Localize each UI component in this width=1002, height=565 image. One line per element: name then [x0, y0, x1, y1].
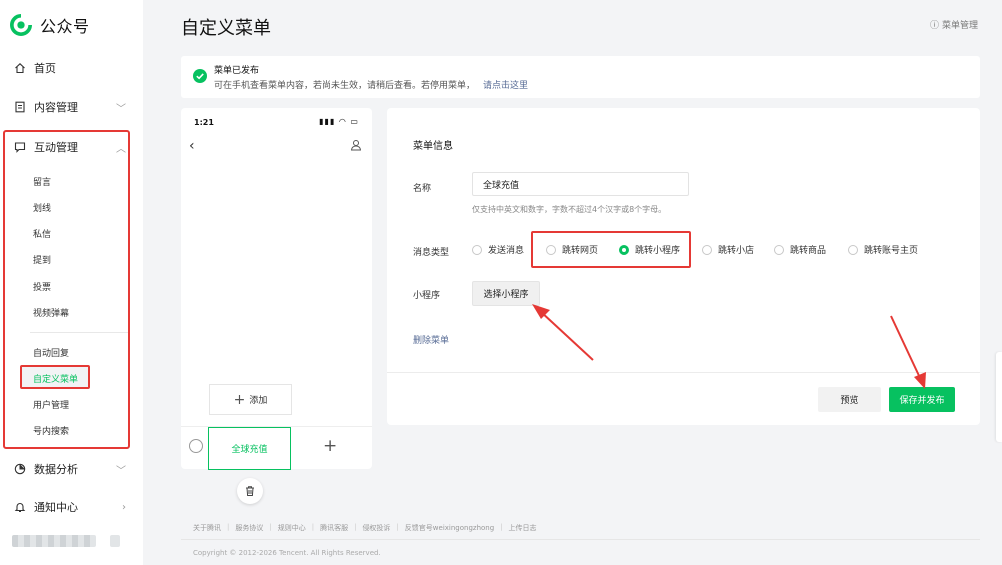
miniprogram-label: 小程序 — [413, 291, 441, 301]
profile-icon — [350, 140, 362, 151]
wechat-logo-icon — [10, 14, 32, 36]
footer-link[interactable]: 侵权投诉 — [362, 523, 390, 533]
disable-menu-link[interactable]: 请点击这里 — [483, 81, 528, 91]
sidebar-item-label: 内容管理 — [34, 101, 78, 114]
bell-icon — [14, 501, 26, 513]
radio-jump-product[interactable]: 跳转商品 — [774, 243, 826, 256]
panel-divider — [387, 372, 980, 373]
footer-separator: | — [396, 523, 399, 531]
back-icon: ‹ — [189, 138, 195, 154]
footer-link[interactable]: 上传日志 — [509, 523, 537, 533]
footer-link[interactable]: 规则中心 — [278, 523, 306, 533]
radio-label: 跳转小店 — [718, 246, 755, 256]
footer-separator: | — [500, 523, 503, 531]
radio-label: 跳转商品 — [790, 246, 827, 256]
radio-label: 跳转账号主页 — [864, 246, 919, 256]
menu-help-link[interactable]: ⓘ 菜单管理 — [930, 18, 978, 31]
document-icon — [14, 101, 26, 113]
notice-text: 可在手机查看菜单内容，若尚未生效，请稍后查看。若停用菜单， — [214, 81, 476, 91]
phone-status-icons: ▮▮▮ ◠ ▭ — [319, 117, 359, 126]
account-avatar-blurred[interactable] — [12, 535, 96, 547]
copyright: Copyright © 2012-2026 Tencent. All Right… — [193, 549, 381, 557]
check-icon — [193, 69, 207, 83]
keyboard-icon — [189, 439, 203, 453]
sidebar-item-label: 通知中心 — [34, 501, 78, 514]
publish-notice: 菜单已发布 可在手机查看菜单内容，若尚未生效，请稍后查看。若停用菜单， 请点击这里 — [181, 56, 980, 98]
sidebar-item-label: 数据分析 — [34, 463, 78, 476]
preview-button[interactable]: 预览 — [818, 387, 881, 412]
choose-miniprogram-button[interactable]: 选择小程序 — [472, 281, 540, 306]
footer-links: 关于腾讯 | 服务协议 | 规则中心 | 腾讯客服 | 侵权投诉 | 反馈官号weixin… — [193, 523, 537, 533]
name-label: 名称 — [413, 184, 432, 194]
account-menu-blurred[interactable] — [110, 535, 120, 547]
highlight-box-radio — [531, 231, 691, 268]
radio-jump-shop[interactable]: 跳转小店 — [702, 243, 754, 256]
radio-jump-profile[interactable]: 跳转账号主页 — [848, 243, 918, 256]
side-panel-tab[interactable] — [996, 352, 1002, 442]
page-title: 自定义菜单 — [181, 18, 271, 39]
sidebar-item-notifications[interactable]: 通知中心 › — [14, 499, 126, 515]
radio-dot — [472, 244, 482, 255]
highlight-box-interaction-group — [3, 130, 130, 449]
help-link-label: 菜单管理 — [941, 21, 978, 31]
sidebar-item-home[interactable]: 首页 — [14, 60, 126, 76]
sidebar-item-analytics[interactable]: 数据分析 ﹀ — [14, 461, 126, 477]
menu-name-input[interactable] — [472, 172, 689, 196]
delete-menu-link[interactable]: 删除菜单 — [413, 333, 449, 346]
radio-label: 发送消息 — [488, 246, 525, 256]
radio-dot — [774, 244, 784, 255]
footer-link[interactable]: 服务协议 — [235, 523, 263, 533]
menu-info-panel: 菜单信息 名称 仅支持中英文和数字，字数不超过4个汉字或8个字母。 消息类型 发… — [387, 108, 980, 425]
footer-separator: | — [227, 523, 230, 531]
phone-time: 1:21 — [194, 118, 214, 127]
chart-icon — [14, 463, 26, 475]
phone-preview: 1:21 ▮▮▮ ◠ ▭ ‹ + 添加 全球充值 + — [181, 108, 372, 470]
menu-item-global-recharge[interactable]: 全球充值 — [208, 427, 291, 470]
footer-link[interactable]: 反馈官号weixingongzhong — [405, 523, 494, 533]
name-hint: 仅支持中英文和数字，字数不超过4个汉字或8个字母。 — [472, 205, 667, 214]
home-icon — [14, 62, 26, 74]
phone-menu-bar: 全球充值 + — [181, 426, 372, 470]
section-title: 菜单信息 — [413, 141, 453, 152]
message-type-label: 消息类型 — [413, 248, 450, 258]
radio-dot — [848, 244, 858, 255]
radio-send-message[interactable]: 发送消息 — [472, 243, 524, 256]
sidebar-item-label: 首页 — [34, 62, 56, 75]
footer-separator: | — [269, 523, 272, 531]
logo[interactable]: 公众号 — [10, 13, 90, 37]
delete-menu-button[interactable] — [237, 478, 263, 504]
radio-dot — [702, 244, 712, 255]
footer-separator: | — [311, 523, 315, 531]
app-name: 公众号 — [40, 17, 90, 36]
chevron-down-icon: ﹀ — [116, 103, 126, 115]
footer-divider — [181, 539, 980, 540]
notice-title: 菜单已发布 — [214, 66, 260, 76]
add-submenu-button[interactable]: + 添加 — [209, 384, 292, 415]
chevron-right-icon: › — [122, 501, 126, 513]
notice-description: 可在手机查看菜单内容，若尚未生效，请稍后查看。若停用菜单， 请点击这里 — [214, 78, 528, 91]
footer-separator: | — [354, 523, 357, 531]
add-submenu-label: 添加 — [249, 396, 268, 406]
chevron-down-icon: ﹀ — [116, 465, 126, 477]
save-publish-button[interactable]: 保存并发布 — [889, 387, 955, 412]
sidebar-item-content[interactable]: 内容管理 ﹀ — [14, 99, 126, 115]
trash-icon — [246, 486, 254, 496]
footer-link[interactable]: 关于腾讯 — [193, 523, 221, 533]
sidebar: 公众号 首页 内容管理 ﹀ 互动管理 ︿ 留言 划线 私信 提到 投票 视频弹幕… — [0, 0, 143, 565]
footer-link[interactable]: 腾讯客服 — [320, 523, 348, 533]
help-icon: ⓘ — [929, 21, 939, 31]
add-menu-plus-icon[interactable]: + — [323, 436, 337, 456]
plus-icon: + — [233, 391, 246, 408]
